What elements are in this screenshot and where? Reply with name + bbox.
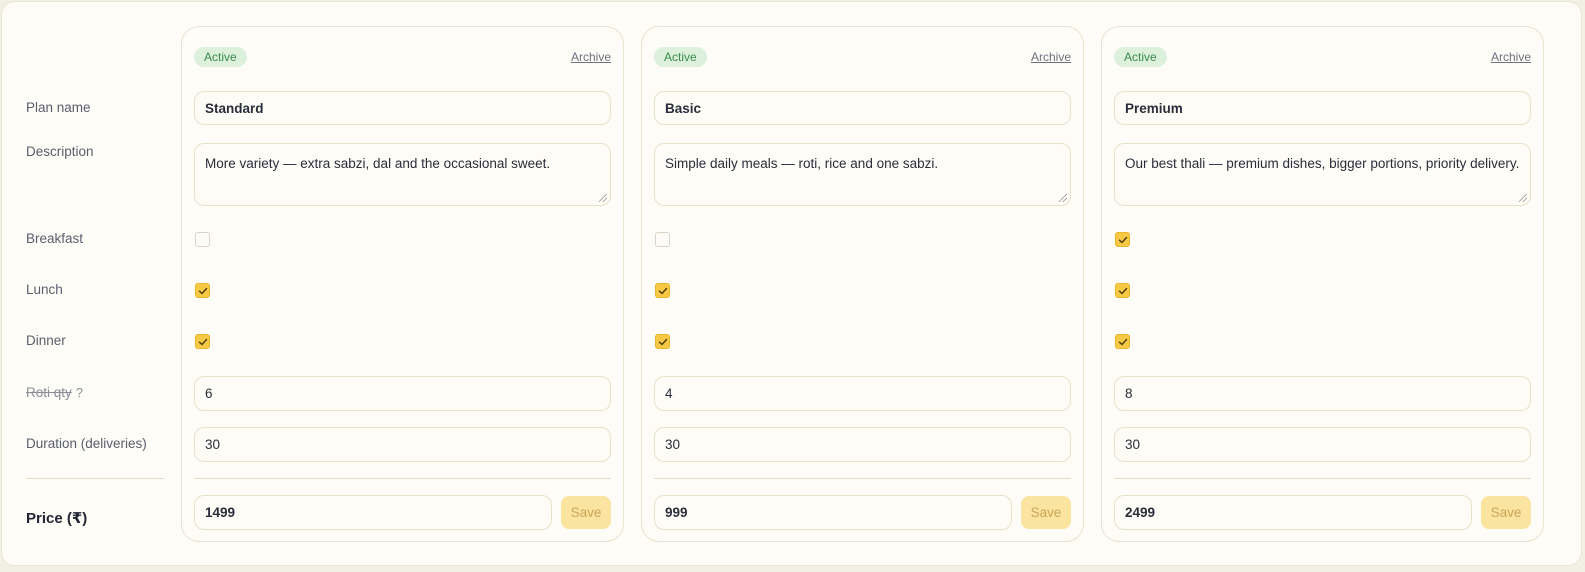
duration-input[interactable]: 30: [1114, 427, 1531, 462]
price-input[interactable]: 1499: [194, 495, 552, 530]
label-dinner: Dinner: [26, 333, 66, 348]
dinner-checkbox[interactable]: [1115, 334, 1130, 349]
duration-input[interactable]: 30: [194, 427, 611, 462]
description-text: Our best thali — premium dishes, bigger …: [1125, 156, 1520, 171]
lunch-checkbox[interactable]: [1115, 283, 1130, 298]
check-icon: [1118, 287, 1128, 295]
label-duration: Duration (deliveries): [26, 436, 147, 451]
check-icon: [198, 338, 208, 346]
card-divider: [1114, 478, 1531, 479]
save-button[interactable]: Save: [1021, 496, 1071, 529]
price-input[interactable]: 999: [654, 495, 1012, 530]
label-price: Price (₹): [26, 510, 88, 527]
description-textarea[interactable]: More variety — extra sabzi, dal and the …: [194, 143, 611, 206]
plan-card-1: Active Archive Standard More variety — e…: [181, 26, 624, 542]
archive-link[interactable]: Archive: [1491, 50, 1531, 64]
status-badge: Active: [1114, 47, 1167, 67]
breakfast-checkbox[interactable]: [655, 232, 670, 247]
save-button[interactable]: Save: [561, 496, 611, 529]
check-icon: [1118, 236, 1128, 244]
plans-panel: Plan name Description Breakfast Lunch Di…: [1, 1, 1582, 566]
breakfast-checkbox[interactable]: [195, 232, 210, 247]
row-labels: Plan name Description Breakfast Lunch Di…: [2, 2, 172, 565]
plan-card-3: Active Archive Premium Our best thali — …: [1101, 26, 1544, 542]
description-textarea[interactable]: Our best thali — premium dishes, bigger …: [1114, 143, 1531, 206]
archive-link[interactable]: Archive: [1031, 50, 1071, 64]
description-textarea[interactable]: Simple daily meals — roti, rice and one …: [654, 143, 1071, 206]
breakfast-checkbox[interactable]: [1115, 232, 1130, 247]
check-icon: [198, 287, 208, 295]
check-icon: [658, 338, 668, 346]
plan-name-input[interactable]: Basic: [654, 91, 1071, 125]
label-lunch: Lunch: [26, 282, 63, 297]
lunch-checkbox[interactable]: [655, 283, 670, 298]
roti-qty-input[interactable]: 4: [654, 376, 1071, 411]
label-description: Description: [26, 144, 94, 159]
roti-qty-input[interactable]: 6: [194, 376, 611, 411]
dinner-checkbox[interactable]: [195, 334, 210, 349]
resize-handle-icon[interactable]: [1519, 194, 1527, 202]
help-icon[interactable]: ?: [76, 385, 83, 400]
label-plan-name: Plan name: [26, 100, 91, 115]
label-roti-qty: Roti qty ?: [26, 385, 84, 400]
check-icon: [1118, 338, 1128, 346]
card-divider: [654, 478, 1071, 479]
status-badge: Active: [194, 47, 247, 67]
plan-name-input[interactable]: Premium: [1114, 91, 1531, 125]
status-badge: Active: [654, 47, 707, 67]
description-text: More variety — extra sabzi, dal and the …: [205, 156, 551, 171]
plan-card-2: Active Archive Basic Simple daily meals …: [641, 26, 1084, 542]
save-button[interactable]: Save: [1481, 496, 1531, 529]
card-divider: [194, 478, 611, 479]
archive-link[interactable]: Archive: [571, 50, 611, 64]
check-icon: [658, 287, 668, 295]
resize-handle-icon[interactable]: [1059, 194, 1067, 202]
label-divider: [26, 478, 164, 479]
dinner-checkbox[interactable]: [655, 334, 670, 349]
roti-qty-input[interactable]: 8: [1114, 376, 1531, 411]
duration-input[interactable]: 30: [654, 427, 1071, 462]
resize-handle-icon[interactable]: [599, 194, 607, 202]
lunch-checkbox[interactable]: [195, 283, 210, 298]
plan-name-input[interactable]: Standard: [194, 91, 611, 125]
description-text: Simple daily meals — roti, rice and one …: [665, 156, 939, 171]
label-breakfast: Breakfast: [26, 231, 84, 246]
price-input[interactable]: 2499: [1114, 495, 1472, 530]
